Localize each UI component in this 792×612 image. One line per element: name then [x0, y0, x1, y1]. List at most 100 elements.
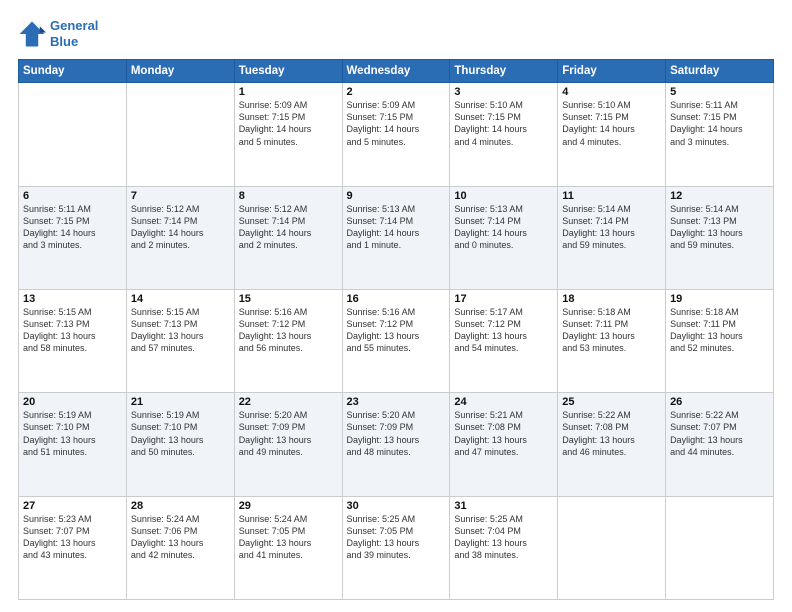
- day-info: Sunrise: 5:12 AM Sunset: 7:14 PM Dayligh…: [131, 203, 230, 252]
- day-number: 14: [131, 293, 230, 305]
- day-number: 28: [131, 500, 230, 512]
- table-row: 31Sunrise: 5:25 AM Sunset: 7:04 PM Dayli…: [450, 496, 558, 599]
- table-row: 13Sunrise: 5:15 AM Sunset: 7:13 PM Dayli…: [19, 289, 127, 392]
- day-number: 19: [670, 293, 769, 305]
- day-info: Sunrise: 5:13 AM Sunset: 7:14 PM Dayligh…: [347, 203, 446, 252]
- day-number: 12: [670, 190, 769, 202]
- table-row: 4Sunrise: 5:10 AM Sunset: 7:15 PM Daylig…: [558, 83, 666, 186]
- day-number: 4: [562, 86, 661, 98]
- day-number: 13: [23, 293, 122, 305]
- calendar-header-row: Sunday Monday Tuesday Wednesday Thursday…: [19, 60, 774, 83]
- table-row: 16Sunrise: 5:16 AM Sunset: 7:12 PM Dayli…: [342, 289, 450, 392]
- table-row: 17Sunrise: 5:17 AM Sunset: 7:12 PM Dayli…: [450, 289, 558, 392]
- day-info: Sunrise: 5:20 AM Sunset: 7:09 PM Dayligh…: [239, 409, 338, 458]
- table-row: 10Sunrise: 5:13 AM Sunset: 7:14 PM Dayli…: [450, 186, 558, 289]
- day-number: 24: [454, 396, 553, 408]
- day-number: 20: [23, 396, 122, 408]
- col-saturday: Saturday: [666, 60, 774, 83]
- day-number: 17: [454, 293, 553, 305]
- day-number: 26: [670, 396, 769, 408]
- day-number: 10: [454, 190, 553, 202]
- day-info: Sunrise: 5:10 AM Sunset: 7:15 PM Dayligh…: [562, 99, 661, 148]
- day-number: 27: [23, 500, 122, 512]
- col-thursday: Thursday: [450, 60, 558, 83]
- calendar-table: Sunday Monday Tuesday Wednesday Thursday…: [18, 59, 774, 600]
- table-row: [126, 83, 234, 186]
- table-row: 25Sunrise: 5:22 AM Sunset: 7:08 PM Dayli…: [558, 393, 666, 496]
- day-number: 30: [347, 500, 446, 512]
- col-sunday: Sunday: [19, 60, 127, 83]
- day-number: 2: [347, 86, 446, 98]
- calendar-week-row: 13Sunrise: 5:15 AM Sunset: 7:13 PM Dayli…: [19, 289, 774, 392]
- logo-text: General Blue: [50, 18, 98, 49]
- day-number: 5: [670, 86, 769, 98]
- calendar-week-row: 1Sunrise: 5:09 AM Sunset: 7:15 PM Daylig…: [19, 83, 774, 186]
- day-info: Sunrise: 5:18 AM Sunset: 7:11 PM Dayligh…: [670, 306, 769, 355]
- day-info: Sunrise: 5:21 AM Sunset: 7:08 PM Dayligh…: [454, 409, 553, 458]
- day-number: 21: [131, 396, 230, 408]
- table-row: 9Sunrise: 5:13 AM Sunset: 7:14 PM Daylig…: [342, 186, 450, 289]
- day-number: 18: [562, 293, 661, 305]
- day-info: Sunrise: 5:16 AM Sunset: 7:12 PM Dayligh…: [239, 306, 338, 355]
- table-row: 18Sunrise: 5:18 AM Sunset: 7:11 PM Dayli…: [558, 289, 666, 392]
- table-row: [19, 83, 127, 186]
- day-number: 16: [347, 293, 446, 305]
- day-info: Sunrise: 5:14 AM Sunset: 7:13 PM Dayligh…: [670, 203, 769, 252]
- day-number: 15: [239, 293, 338, 305]
- day-number: 7: [131, 190, 230, 202]
- day-info: Sunrise: 5:19 AM Sunset: 7:10 PM Dayligh…: [131, 409, 230, 458]
- table-row: 24Sunrise: 5:21 AM Sunset: 7:08 PM Dayli…: [450, 393, 558, 496]
- day-info: Sunrise: 5:15 AM Sunset: 7:13 PM Dayligh…: [23, 306, 122, 355]
- table-row: 30Sunrise: 5:25 AM Sunset: 7:05 PM Dayli…: [342, 496, 450, 599]
- table-row: 28Sunrise: 5:24 AM Sunset: 7:06 PM Dayli…: [126, 496, 234, 599]
- day-number: 23: [347, 396, 446, 408]
- day-info: Sunrise: 5:12 AM Sunset: 7:14 PM Dayligh…: [239, 203, 338, 252]
- table-row: 7Sunrise: 5:12 AM Sunset: 7:14 PM Daylig…: [126, 186, 234, 289]
- col-friday: Friday: [558, 60, 666, 83]
- day-number: 11: [562, 190, 661, 202]
- table-row: 26Sunrise: 5:22 AM Sunset: 7:07 PM Dayli…: [666, 393, 774, 496]
- day-number: 1: [239, 86, 338, 98]
- day-info: Sunrise: 5:09 AM Sunset: 7:15 PM Dayligh…: [239, 99, 338, 148]
- day-info: Sunrise: 5:24 AM Sunset: 7:06 PM Dayligh…: [131, 513, 230, 562]
- table-row: 27Sunrise: 5:23 AM Sunset: 7:07 PM Dayli…: [19, 496, 127, 599]
- day-info: Sunrise: 5:10 AM Sunset: 7:15 PM Dayligh…: [454, 99, 553, 148]
- table-row: [666, 496, 774, 599]
- col-wednesday: Wednesday: [342, 60, 450, 83]
- day-number: 6: [23, 190, 122, 202]
- day-info: Sunrise: 5:19 AM Sunset: 7:10 PM Dayligh…: [23, 409, 122, 458]
- day-number: 25: [562, 396, 661, 408]
- col-tuesday: Tuesday: [234, 60, 342, 83]
- table-row: 20Sunrise: 5:19 AM Sunset: 7:10 PM Dayli…: [19, 393, 127, 496]
- day-info: Sunrise: 5:25 AM Sunset: 7:05 PM Dayligh…: [347, 513, 446, 562]
- table-row: 1Sunrise: 5:09 AM Sunset: 7:15 PM Daylig…: [234, 83, 342, 186]
- table-row: 23Sunrise: 5:20 AM Sunset: 7:09 PM Dayli…: [342, 393, 450, 496]
- day-number: 31: [454, 500, 553, 512]
- col-monday: Monday: [126, 60, 234, 83]
- day-info: Sunrise: 5:14 AM Sunset: 7:14 PM Dayligh…: [562, 203, 661, 252]
- table-row: 2Sunrise: 5:09 AM Sunset: 7:15 PM Daylig…: [342, 83, 450, 186]
- calendar-week-row: 27Sunrise: 5:23 AM Sunset: 7:07 PM Dayli…: [19, 496, 774, 599]
- day-number: 3: [454, 86, 553, 98]
- day-info: Sunrise: 5:25 AM Sunset: 7:04 PM Dayligh…: [454, 513, 553, 562]
- day-info: Sunrise: 5:20 AM Sunset: 7:09 PM Dayligh…: [347, 409, 446, 458]
- day-info: Sunrise: 5:09 AM Sunset: 7:15 PM Dayligh…: [347, 99, 446, 148]
- table-row: [558, 496, 666, 599]
- day-info: Sunrise: 5:18 AM Sunset: 7:11 PM Dayligh…: [562, 306, 661, 355]
- table-row: 22Sunrise: 5:20 AM Sunset: 7:09 PM Dayli…: [234, 393, 342, 496]
- day-info: Sunrise: 5:11 AM Sunset: 7:15 PM Dayligh…: [23, 203, 122, 252]
- table-row: 12Sunrise: 5:14 AM Sunset: 7:13 PM Dayli…: [666, 186, 774, 289]
- calendar-week-row: 6Sunrise: 5:11 AM Sunset: 7:15 PM Daylig…: [19, 186, 774, 289]
- day-info: Sunrise: 5:22 AM Sunset: 7:08 PM Dayligh…: [562, 409, 661, 458]
- day-info: Sunrise: 5:22 AM Sunset: 7:07 PM Dayligh…: [670, 409, 769, 458]
- calendar-week-row: 20Sunrise: 5:19 AM Sunset: 7:10 PM Dayli…: [19, 393, 774, 496]
- table-row: 5Sunrise: 5:11 AM Sunset: 7:15 PM Daylig…: [666, 83, 774, 186]
- logo-icon: [18, 20, 46, 48]
- day-info: Sunrise: 5:17 AM Sunset: 7:12 PM Dayligh…: [454, 306, 553, 355]
- day-info: Sunrise: 5:13 AM Sunset: 7:14 PM Dayligh…: [454, 203, 553, 252]
- day-number: 8: [239, 190, 338, 202]
- table-row: 21Sunrise: 5:19 AM Sunset: 7:10 PM Dayli…: [126, 393, 234, 496]
- table-row: 6Sunrise: 5:11 AM Sunset: 7:15 PM Daylig…: [19, 186, 127, 289]
- day-info: Sunrise: 5:11 AM Sunset: 7:15 PM Dayligh…: [670, 99, 769, 148]
- table-row: 14Sunrise: 5:15 AM Sunset: 7:13 PM Dayli…: [126, 289, 234, 392]
